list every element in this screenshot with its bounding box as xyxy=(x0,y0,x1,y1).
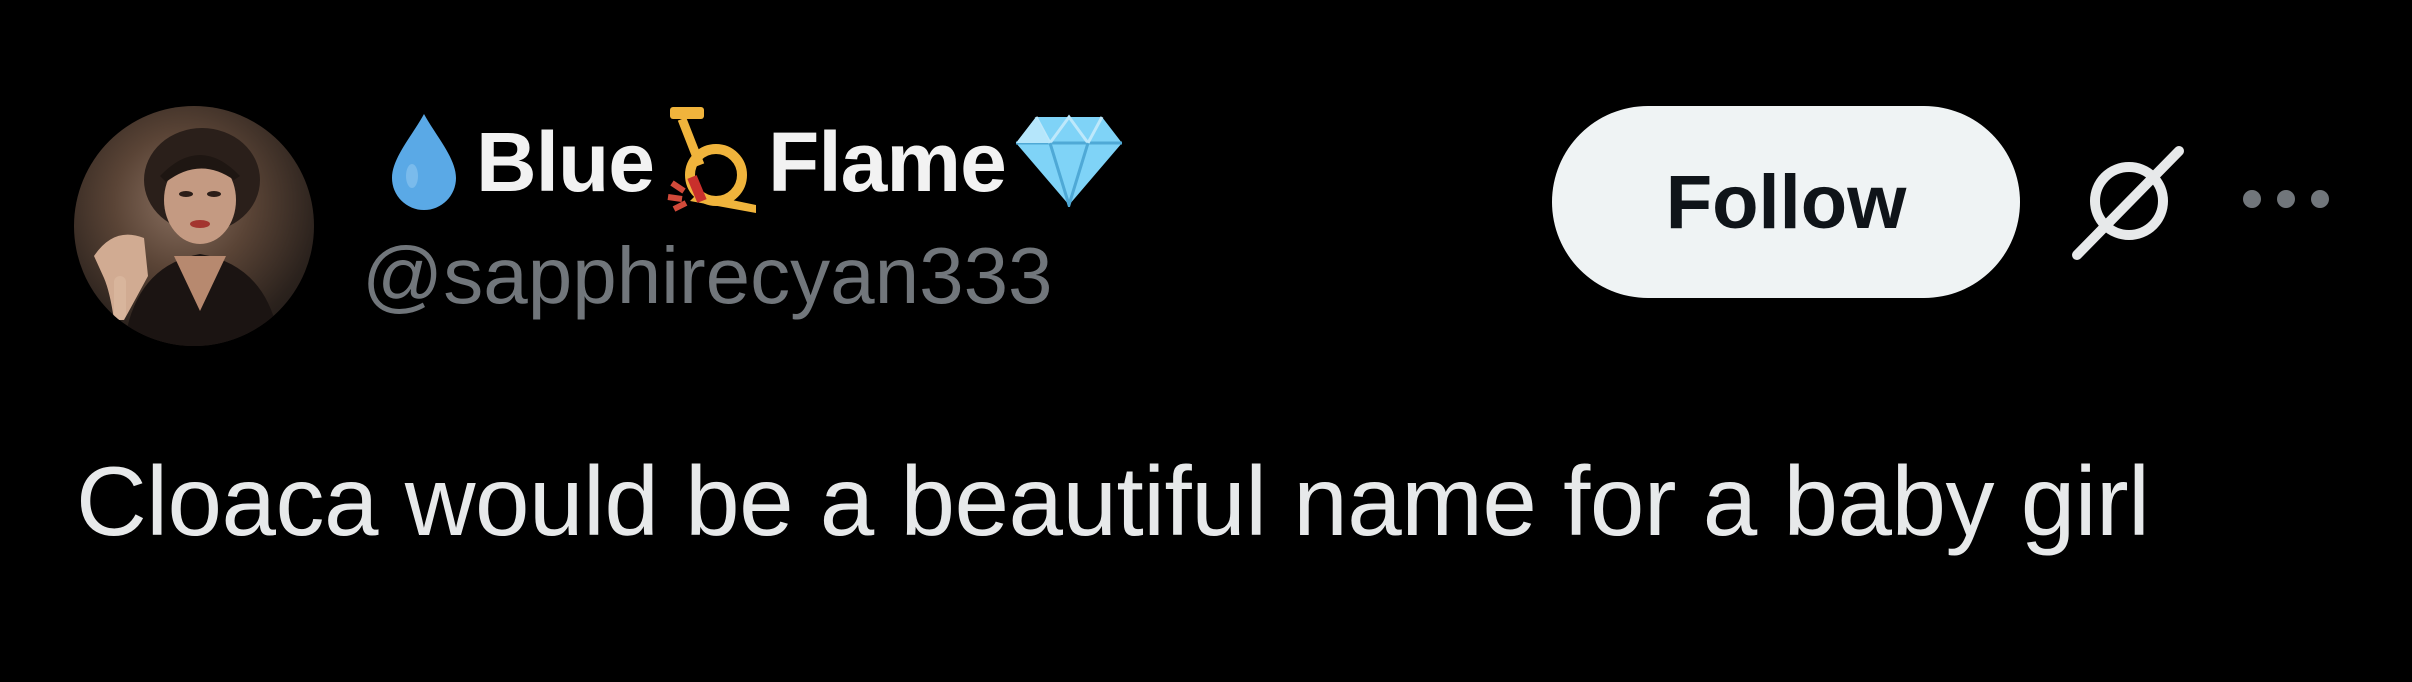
user-handle[interactable]: @sapphirecyan333 xyxy=(362,236,1053,316)
follow-button[interactable]: Follow xyxy=(1552,106,2020,298)
avatar[interactable] xyxy=(74,106,314,346)
gem-icon xyxy=(1014,113,1124,212)
more-options-button[interactable] xyxy=(2234,168,2338,234)
grok-button[interactable] xyxy=(2066,144,2188,266)
grok-icon xyxy=(2067,143,2187,268)
display-name[interactable]: Blue Flame xyxy=(386,106,1124,215)
display-name-part-2: Flame xyxy=(768,115,1007,209)
postal-horn-icon xyxy=(660,105,764,220)
display-name-part-1: Blue xyxy=(476,115,655,209)
post-text: Cloaca would be a beautiful name for a b… xyxy=(76,446,2150,556)
droplet-icon xyxy=(386,110,462,215)
more-options-icon xyxy=(2238,187,2334,216)
post: Blue Flame @sapphirecyan333 Follow Cloac… xyxy=(0,0,2412,682)
